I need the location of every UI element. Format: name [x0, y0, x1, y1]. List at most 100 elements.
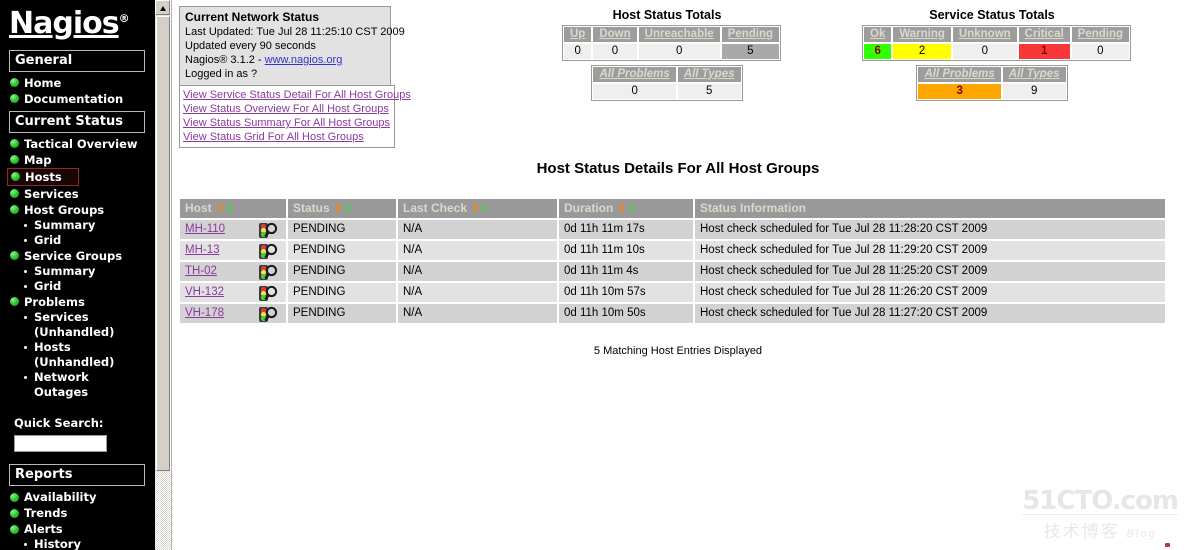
sort-arrows[interactable]: ⬆⬇ — [216, 201, 234, 215]
sort-descending-icon[interactable]: ⬇ — [225, 203, 234, 215]
bullet-icon — [24, 238, 27, 242]
col-critical[interactable]: Critical — [1017, 26, 1071, 43]
sidebar-scrollbar[interactable] — [154, 0, 171, 550]
host-status-totals-title: Host Status Totals — [612, 8, 722, 22]
sidebar-item-label: Alerts — [24, 522, 63, 536]
host-detail-icon[interactable] — [258, 285, 280, 302]
search-input[interactable] — [14, 435, 107, 452]
sidebar-item-label: Tactical Overview — [24, 136, 138, 151]
sidebar-item-documentation[interactable]: Documentation — [10, 91, 154, 107]
column-header-duration[interactable]: Duration ⬆⬇ — [558, 198, 694, 219]
cell-duration: 0d 11h 10m 50s — [558, 303, 694, 324]
value-all-problems: 3 — [917, 83, 1002, 100]
sidebar-item-trends[interactable]: Trends — [10, 505, 154, 521]
col-all-problems[interactable]: All Problems — [917, 66, 1002, 83]
service-subtotals-wrap: All Problems All Types 3 9 — [862, 65, 1122, 101]
link-status-summary[interactable]: View Status Summary For All Host Groups — [183, 116, 391, 130]
nagios-logo[interactable]: Nagios® — [0, 0, 154, 46]
column-header-last-check[interactable]: Last Check ⬆⬇ — [397, 198, 558, 219]
sort-ascending-icon[interactable]: ⬆ — [617, 203, 626, 215]
value-all-problems: 0 — [592, 83, 677, 100]
scroll-up-arrow-icon[interactable] — [155, 0, 170, 15]
col-pending[interactable]: Pending — [1070, 26, 1131, 43]
col-down[interactable]: Down — [592, 26, 638, 43]
link-service-status-detail[interactable]: View Service Status Detail For All Host … — [183, 88, 411, 102]
bullet-icon — [24, 345, 27, 349]
sort-arrows[interactable]: ⬆⬇ — [617, 201, 635, 215]
cell-host: TH-02 — [179, 261, 287, 282]
sidebar-item-home[interactable]: Home — [10, 75, 154, 91]
sidebar-subitem-problems-network-outages[interactable]: Network Outages — [24, 370, 154, 400]
sidebar-section-current-status: Current Status — [9, 110, 145, 133]
sort-ascending-icon[interactable]: ⬆ — [216, 203, 225, 215]
scrollbar-thumb[interactable] — [156, 16, 170, 471]
sidebar-item-map[interactable]: Map — [10, 152, 154, 168]
sort-ascending-icon[interactable]: ⬆ — [471, 203, 480, 215]
column-label: Duration — [564, 201, 614, 215]
col-up[interactable]: Up — [563, 26, 593, 43]
link-status-grid[interactable]: View Status Grid For All Host Groups — [183, 130, 391, 144]
col-all-types[interactable]: All Types — [1001, 66, 1067, 83]
sidebar-subitem-servicegroups-grid[interactable]: Grid — [24, 279, 154, 294]
col-ok[interactable]: Ok — [863, 26, 893, 43]
host-link[interactable]: MH-13 — [185, 244, 220, 256]
bullet-icon — [24, 284, 27, 288]
sidebar-item-alerts[interactable]: Alerts — [10, 521, 154, 537]
sidebar-subitem-alerts-history[interactable]: History — [24, 537, 154, 550]
sort-arrows[interactable]: ⬆⬇ — [471, 201, 489, 215]
scrollbar-track[interactable] — [155, 472, 171, 550]
col-pending[interactable]: Pending — [720, 26, 781, 43]
col-unreachable[interactable]: Unreachable — [637, 26, 721, 43]
value-ok: 6 — [863, 43, 893, 60]
sidebar-item-hosts[interactable]: Hosts — [7, 167, 79, 186]
sort-descending-icon[interactable]: ⬇ — [343, 203, 352, 215]
nagios-org-link[interactable]: www.nagios.org — [265, 54, 343, 66]
host-detail-icon[interactable] — [258, 264, 280, 281]
col-all-problems[interactable]: All Problems — [592, 66, 677, 83]
link-status-overview[interactable]: View Status Overview For All Host Groups — [183, 102, 391, 116]
main-content: Current Network Status Last Updated: Tue… — [171, 0, 1183, 550]
host-detail-icon[interactable] — [258, 222, 280, 239]
host-detail-icon[interactable] — [258, 243, 280, 260]
sort-arrows[interactable]: ⬆⬇ — [334, 201, 352, 215]
sort-descending-icon[interactable]: ⬇ — [627, 203, 636, 215]
sidebar-subitem-problems-hosts-unhandled[interactable]: Hosts (Unhandled) — [24, 340, 154, 370]
sidebar-item-service-groups[interactable]: Service Groups — [10, 248, 154, 264]
host-link[interactable]: VH-132 — [185, 286, 224, 298]
nagios-version-text: Nagios® 3.1.2 - www.nagios.org — [185, 53, 385, 67]
sidebar-item-availability[interactable]: Availability — [10, 489, 154, 505]
sidebar-subitem-hostgroups-summary[interactable]: Summary — [24, 218, 154, 233]
sidebar-subitem-label: Hosts (Unhandled) — [34, 339, 115, 369]
sidebar-item-tactical-overview[interactable]: Tactical Overview — [10, 136, 154, 152]
column-header-status[interactable]: Status ⬆⬇ — [287, 198, 397, 219]
version-prefix: Nagios® 3.1.2 - — [185, 54, 265, 66]
matching-entries-count: 5 Matching Host Entries Displayed — [593, 345, 763, 357]
col-unknown[interactable]: Unknown — [951, 26, 1018, 43]
col-all-types[interactable]: All Types — [676, 66, 742, 83]
sidebar-item-problems[interactable]: Problems — [10, 294, 154, 310]
sidebar-item-host-groups[interactable]: Host Groups — [10, 202, 154, 218]
table-row: MH-110 PENDING N/A 0d 11h 11m 17s Host c… — [179, 219, 1166, 240]
host-link[interactable]: VH-178 — [185, 307, 224, 319]
green-dot-icon — [11, 172, 20, 181]
host-link[interactable]: MH-110 — [185, 223, 225, 235]
green-dot-icon — [10, 78, 19, 87]
table-row: VH-178 PENDING N/A 0d 11h 10m 50s Host c… — [179, 303, 1166, 324]
column-label: Last Check — [403, 201, 468, 215]
cell-host: MH-110 — [179, 219, 287, 240]
host-detail-icon[interactable] — [258, 306, 280, 323]
sidebar-subitem-label: Grid — [34, 278, 62, 293]
sort-ascending-icon[interactable]: ⬆ — [334, 203, 343, 215]
host-link[interactable]: TH-02 — [185, 265, 217, 277]
network-status-title: Current Network Status — [185, 10, 320, 24]
col-warning[interactable]: Warning — [892, 26, 952, 43]
host-subtotals-wrap: All Problems All Types 0 5 — [562, 65, 772, 101]
sort-descending-icon[interactable]: ⬇ — [480, 203, 489, 215]
column-header-status-information[interactable]: Status Information — [694, 198, 1166, 219]
table-row: 0 5 — [592, 83, 742, 100]
sidebar-subitem-servicegroups-summary[interactable]: Summary — [24, 264, 154, 279]
sidebar-subitem-problems-services-unhandled[interactable]: Services (Unhandled) — [24, 310, 154, 340]
column-header-host[interactable]: Host ⬆⬇ — [179, 198, 287, 219]
sidebar-subitem-hostgroups-grid[interactable]: Grid — [24, 233, 154, 248]
sidebar-item-services[interactable]: Services — [10, 186, 154, 202]
